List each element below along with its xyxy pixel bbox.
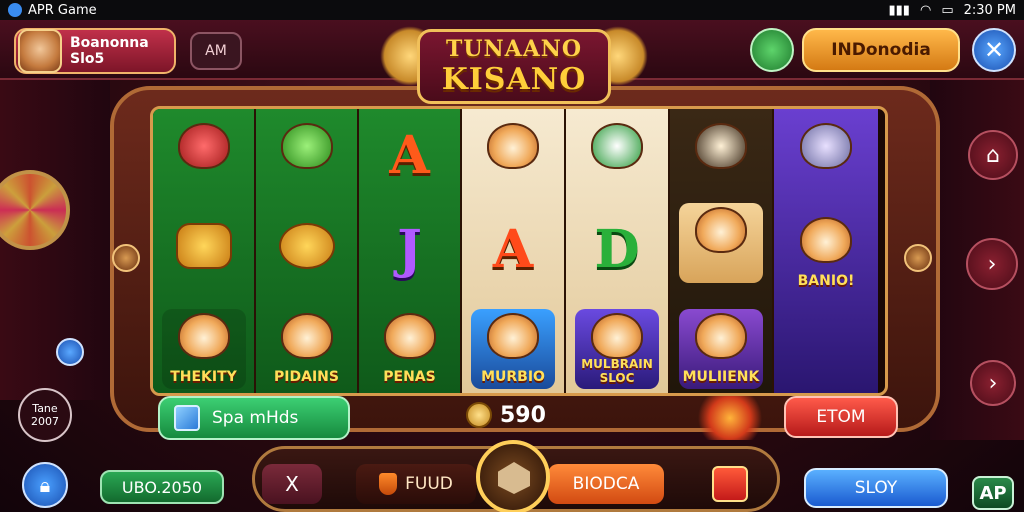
logo-box: TUNAANO KISANO	[416, 28, 612, 104]
bonus-icon[interactable]	[690, 396, 770, 440]
game-logo: TUNAANO KISANO	[380, 20, 648, 112]
status-app: APR Game	[8, 3, 97, 18]
reel-symbol: BANIO!	[784, 213, 868, 293]
reel-symbol	[162, 215, 246, 295]
reel-5: D MULBRAIN SLOC	[566, 109, 670, 393]
balance-display: UBO.2050	[100, 470, 224, 504]
reel-symbol: THEKITY	[161, 309, 246, 389]
center-spin-button[interactable]	[476, 440, 550, 512]
stop-button[interactable]: ETOM	[784, 396, 898, 438]
reel-1: THEKITY	[153, 109, 256, 393]
reel-symbol: PENAS	[368, 309, 452, 389]
status-time: 2:30 PM	[963, 2, 1016, 18]
player-sub: Slo5	[70, 51, 105, 67]
bioca-button[interactable]: BIODCA	[548, 464, 664, 504]
cancel-button[interactable]: X	[262, 464, 322, 504]
reel-symbol: A	[389, 124, 430, 186]
reel-symbol: MULIIENK	[679, 309, 763, 389]
reel-symbol	[679, 203, 763, 283]
close-icon: ✕	[983, 36, 1005, 64]
info-icon[interactable]	[56, 338, 84, 366]
home-icon: ⌂	[986, 142, 1000, 168]
coin-icon	[466, 402, 492, 428]
reel-symbol	[575, 119, 659, 199]
reel-symbol	[265, 119, 349, 199]
coin-counter: 590	[466, 402, 546, 428]
wallet-button[interactable]	[750, 28, 794, 72]
reel-symbol: MURBIO	[471, 309, 555, 389]
hexagon-icon	[498, 462, 530, 494]
wheel-icon	[0, 170, 70, 250]
reel-symbol: J	[397, 218, 422, 280]
logo-line1: TUNAANO	[445, 35, 583, 62]
reel-symbol	[265, 215, 349, 295]
food-button[interactable]: FUUD	[356, 464, 476, 504]
coin-value: 590	[500, 402, 546, 428]
reel-symbol	[471, 119, 555, 199]
player-card[interactable]: Boanonna Slo5	[14, 28, 176, 74]
left-knob	[112, 244, 140, 272]
reel-symbol	[784, 119, 868, 199]
player-card-text: Boanonna Slo5	[70, 35, 149, 67]
reel-symbol: PIDAINS	[265, 309, 349, 389]
left-decor	[0, 80, 110, 400]
spin-button[interactable]: Spa mHds	[158, 396, 350, 440]
wifi-icon: ◠	[919, 2, 932, 18]
gift-icon[interactable]	[712, 466, 748, 502]
reel-4: A MURBIO	[462, 109, 566, 393]
lock-button[interactable]: 🔒︎	[22, 462, 68, 508]
lock-icon: 🔒︎	[39, 473, 51, 497]
cube-icon	[174, 405, 200, 431]
reel-symbol: MULBRAIN SLOC	[575, 309, 659, 389]
chevron-right-icon: ›	[987, 251, 997, 277]
reel-2: PIDAINS	[256, 109, 359, 393]
status-app-name: APR Game	[28, 2, 97, 18]
reel-7: BANIO!	[774, 109, 878, 393]
reel-symbol	[162, 119, 246, 199]
close-button[interactable]: ✕	[972, 28, 1016, 72]
reel-area: THEKITY PIDAINS A J PENAS A MURBIO D MUL…	[150, 106, 888, 396]
avatar	[18, 29, 62, 73]
logo-line2: KISANO	[441, 61, 587, 97]
reel-symbol: A	[492, 218, 534, 280]
ap-badge: AP	[972, 476, 1014, 510]
status-bar: APR Game ▮▮▮ ◠ ▭ 2:30 PM	[0, 0, 1024, 20]
reel-3: A J PENAS	[359, 109, 462, 393]
reel-6: MULIIENK	[670, 109, 774, 393]
region-button[interactable]: INDonodia	[802, 28, 960, 72]
spin-label: Spa mHds	[212, 408, 299, 428]
reel-symbol	[679, 119, 763, 199]
home-button[interactable]: ⌂	[968, 130, 1018, 180]
game-screen: APR Game ▮▮▮ ◠ ▭ 2:30 PM Boanonna Slo5 A…	[0, 0, 1024, 512]
carrot-icon	[379, 473, 398, 495]
ag-button[interactable]: AM	[190, 32, 242, 70]
next-button[interactable]: ›	[966, 238, 1018, 290]
reel-symbol: D	[594, 218, 640, 280]
next-small-button[interactable]: ›	[970, 360, 1016, 406]
chevron-right-icon: ›	[988, 370, 998, 396]
food-label: FUUD	[405, 474, 453, 494]
status-right: ▮▮▮ ◠ ▭ 2:30 PM	[889, 3, 1017, 18]
right-knob	[904, 244, 932, 272]
battery-icon: ▭	[941, 2, 954, 18]
slot-button[interactable]: SLOY	[804, 468, 948, 508]
player-name: Boanonna	[70, 35, 149, 51]
time-badge: Tane 2007	[18, 388, 72, 442]
signal-icon: ▮▮▮	[888, 2, 910, 18]
app-icon	[8, 3, 22, 17]
